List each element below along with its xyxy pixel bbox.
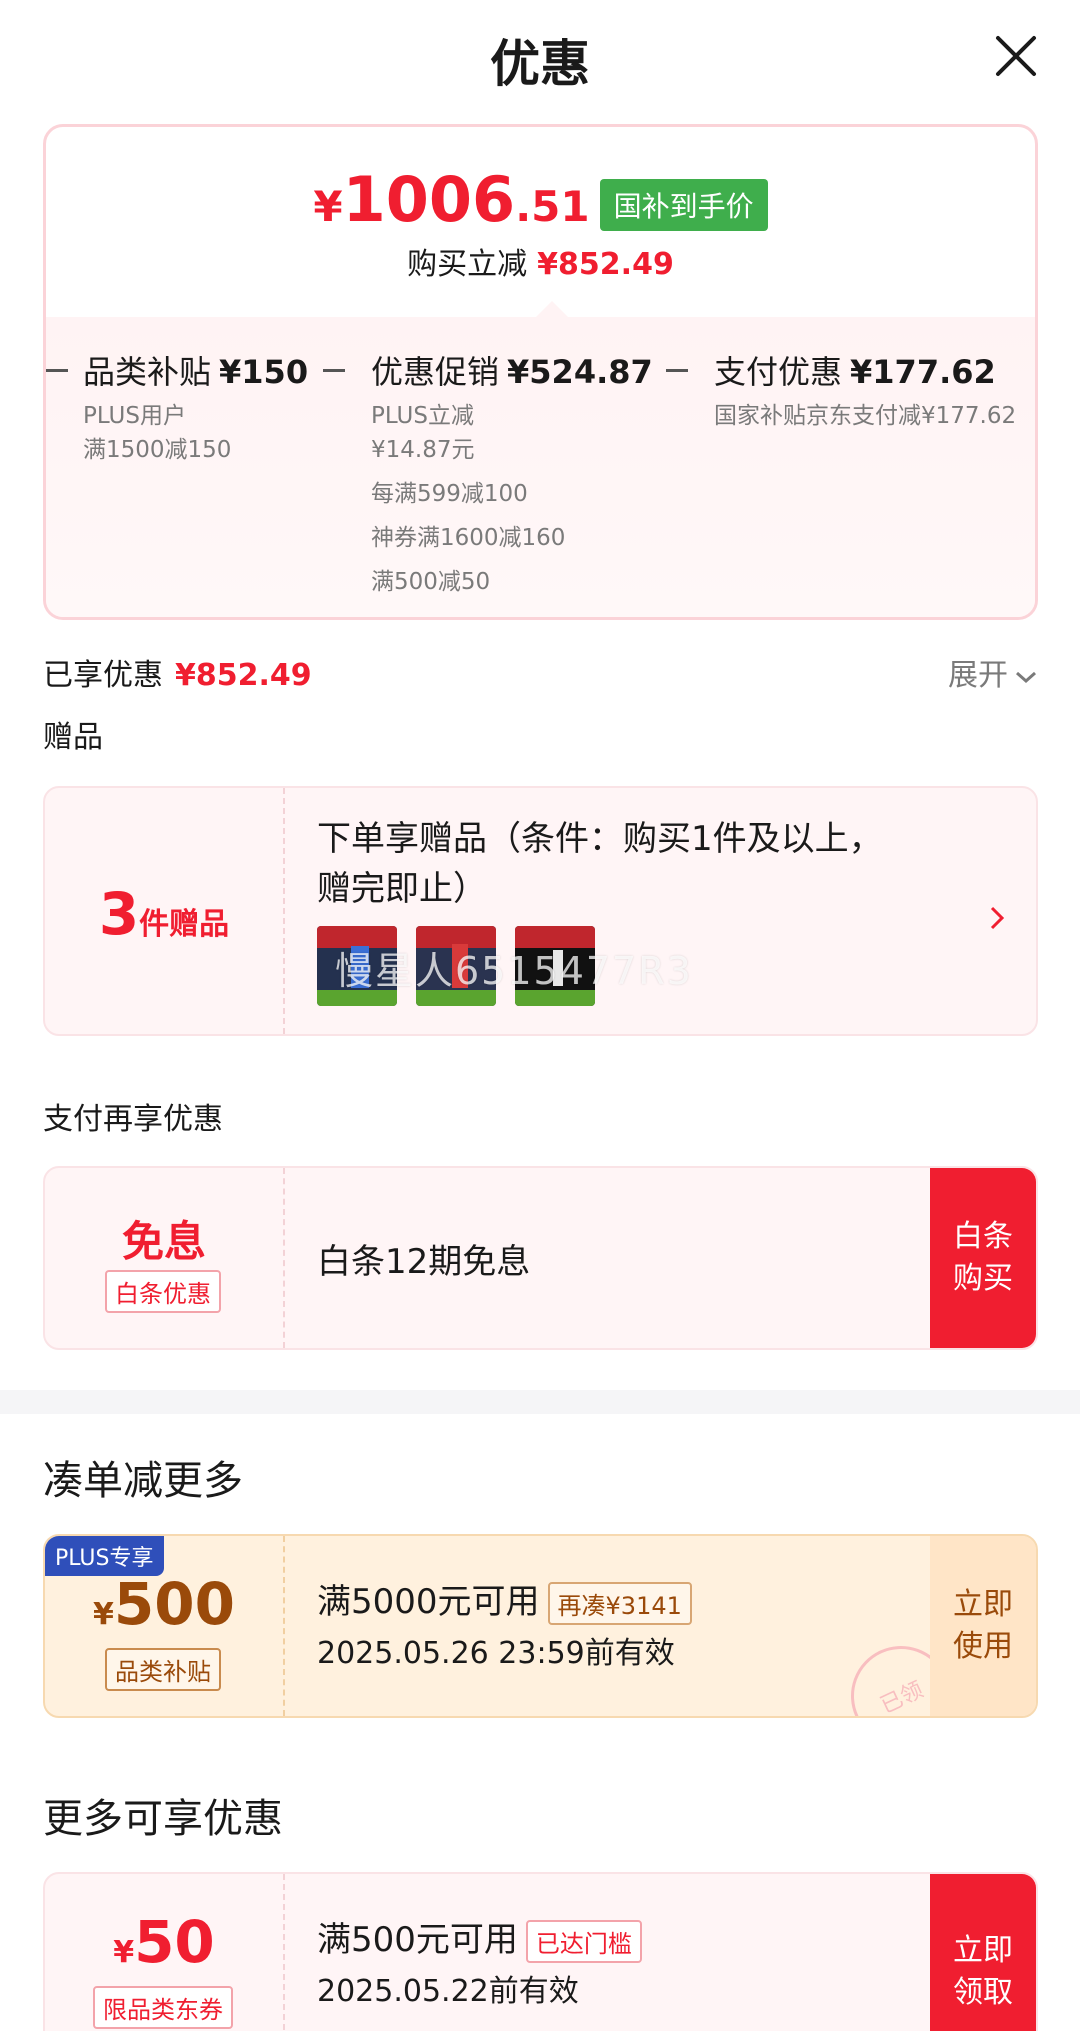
baitiao-buy-button[interactable]: 白条购买	[930, 1168, 1036, 1348]
enjoyed-label: 已享优惠	[43, 658, 163, 693]
price-summary-card: ¥1006.51 国补到手价 购买立减 ¥852.49 品类补贴 ¥150 PLUS用…	[43, 124, 1038, 620]
minus-sign	[666, 369, 688, 372]
reduction-value: ¥852.49	[537, 247, 674, 282]
instant-reduction: 购买立减 ¥852.49	[46, 239, 1035, 283]
chevron-down-icon	[1016, 671, 1036, 683]
interest-free-label: 免息	[121, 1217, 206, 1266]
chevron-right-icon[interactable]	[988, 904, 1006, 932]
coupon-value: 50	[134, 1908, 215, 1976]
more-offers-title: 更多可享优惠	[43, 1796, 283, 1842]
coupon-validity: 2025.05.22前有效	[317, 1974, 579, 2009]
add-more-chip: 再凑¥3141	[547, 1582, 692, 1625]
gift-count-panel: 3件赠品	[45, 788, 285, 1034]
button-label: 立即领取	[953, 1933, 1013, 2010]
header: 优惠	[0, 0, 1080, 118]
breakdown-title: 品类补贴	[83, 353, 212, 391]
claim-now-button[interactable]: 立即领取	[930, 1874, 1036, 2031]
baitiao-tag: 白条优惠	[105, 1270, 221, 1313]
gift-description: 下单享赠品（条件：购买1件及以上， 赠完即止）	[317, 814, 883, 914]
coupon-type-tag: 品类补贴	[105, 1648, 221, 1691]
breakdown-amount: ¥177.62	[850, 353, 996, 391]
breakdown-line: ¥14.87元	[371, 437, 475, 463]
breakdown-amount: ¥524.87	[507, 353, 653, 391]
plus-coupon-card: ¥500 品类补贴 PLUS专享 满5000元可用 再凑¥3141 2025.05…	[43, 1534, 1038, 1718]
gift-thumbnail[interactable]	[416, 926, 497, 1006]
plus-exclusive-badge: PLUS专享	[45, 1536, 164, 1576]
price-integer: 1006	[342, 163, 516, 236]
payment-offer-left: 免息 白条优惠	[45, 1168, 285, 1348]
pointer-notch	[536, 301, 568, 317]
price-currency: ¥	[313, 182, 343, 231]
coupon-currency: ¥	[93, 1597, 114, 1632]
breakdown-line: 满1500减150	[83, 437, 232, 463]
gift-count: 3件赠品	[45, 880, 283, 948]
breakdown-line: 满500减50	[371, 569, 491, 595]
coupon-type-tag: 限品类东券	[93, 1986, 233, 2029]
coupon-card: ¥50 限品类东券 满500元可用 已达门槛 2025.05.22前有效 立即领取	[43, 1872, 1038, 2031]
payment-section-label: 支付再享优惠	[43, 1102, 223, 1137]
coupon-condition-text: 满5000元可用	[317, 1582, 540, 1622]
gift-thumbnail[interactable]	[515, 926, 596, 1006]
use-now-button[interactable]: 立即使用	[930, 1536, 1036, 1716]
breakdown-payment: 支付优惠 ¥177.62 国家补贴京东支付减¥177.62	[714, 347, 1016, 433]
gift-thumbnails	[317, 926, 609, 1006]
gift-section-label: 赠品	[43, 720, 103, 755]
gift-thumbnail[interactable]	[317, 926, 397, 1006]
breakdown-line: 每满599减100	[371, 481, 528, 507]
subsidy-price-badge: 国补到手价	[599, 179, 768, 231]
minus-sign	[46, 369, 68, 372]
gift-desc-line: 下单享赠品（条件：购买1件及以上，	[317, 819, 883, 859]
coupon-validity: 2025.05.26 23:59前有效	[317, 1636, 675, 1671]
discount-breakdown: 品类补贴 ¥150 PLUS用户 满1500减150 优惠促销 ¥524.87 PL…	[46, 317, 1035, 617]
breakdown-line: 神券满1600减160	[371, 525, 566, 551]
coupon-condition: 满5000元可用 再凑¥3141	[317, 1574, 692, 1625]
button-label: 立即使用	[953, 1587, 1013, 1664]
final-price-line: ¥1006.51 国补到手价	[46, 169, 1035, 231]
breakdown-title: 支付优惠	[714, 353, 843, 391]
breakdown-promotion: 优惠促销 ¥524.87 PLUS立减 ¥14.87元 每满599减100 神券满…	[371, 347, 653, 599]
reduction-label: 购买立减	[407, 247, 528, 282]
payment-offer-text: 白条12期免息	[317, 1242, 531, 1282]
enjoyed-discount: 已享优惠 ¥852.49	[43, 650, 312, 694]
payment-offer-card: 免息 白条优惠 白条12期免息 白条购买	[43, 1166, 1038, 1350]
gift-count-number: 3	[98, 880, 140, 948]
coupon-value: 500	[113, 1570, 235, 1638]
breakdown-line: 国家补贴京东支付减¥177.62	[714, 403, 1017, 429]
breakdown-category-subsidy: 品类补贴 ¥150 PLUS用户 满1500减150	[83, 347, 308, 467]
gift-card[interactable]: 3件赠品 下单享赠品（条件：购买1件及以上， 赠完即止）	[43, 786, 1038, 1036]
coupon-amount: ¥50	[45, 1908, 283, 1976]
bundle-section-title: 凑单减更多	[43, 1458, 243, 1504]
breakdown-amount: ¥150	[219, 353, 309, 391]
coupon-amount: ¥500	[45, 1570, 283, 1638]
breakdown-line: PLUS用户	[83, 403, 186, 429]
button-label: 白条购买	[953, 1219, 1013, 1296]
coupon-currency: ¥	[113, 1935, 135, 1970]
page-title: 优惠	[490, 35, 590, 93]
expand-label: 展开	[948, 658, 1008, 693]
price-top: ¥1006.51 国补到手价 购买立减 ¥852.49	[46, 127, 1035, 317]
coupon-condition-text: 满500元可用	[317, 1920, 518, 1960]
gift-count-label: 件赠品	[139, 907, 230, 942]
gift-desc-line: 赠完即止）	[317, 869, 487, 909]
minus-sign	[323, 369, 345, 372]
enjoyed-value: ¥852.49	[175, 658, 312, 693]
breakdown-line: PLUS立减	[371, 403, 474, 429]
threshold-met-chip: 已达门槛	[525, 1920, 642, 1963]
final-price: ¥1006.51	[313, 169, 590, 232]
coupon-left: ¥50 限品类东券	[45, 1874, 285, 2031]
expand-button[interactable]: 展开	[948, 650, 1038, 694]
section-divider	[0, 1390, 1080, 1414]
close-icon[interactable]	[992, 32, 1040, 80]
price-decimal: .51	[515, 182, 590, 231]
coupon-condition: 满500元可用 已达门槛	[317, 1912, 642, 1963]
breakdown-title: 优惠促销	[371, 353, 500, 391]
